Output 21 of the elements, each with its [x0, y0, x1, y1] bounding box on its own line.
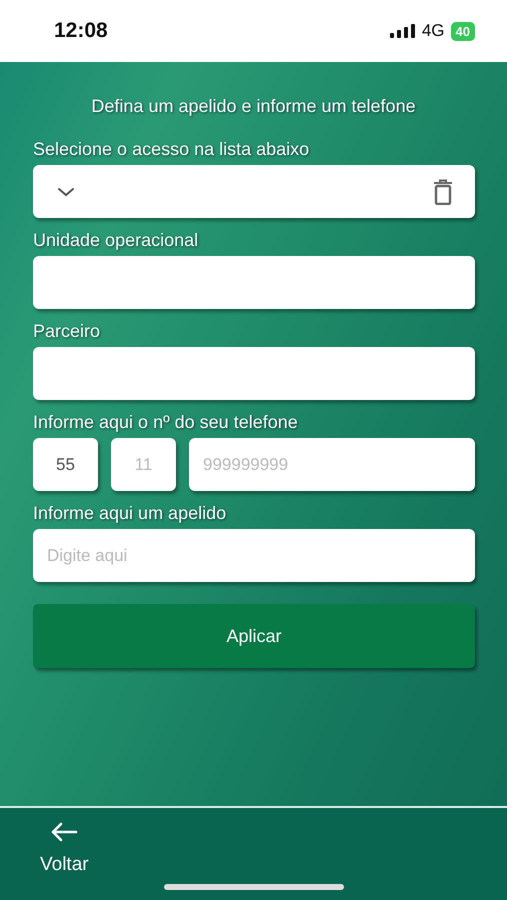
field-label: Parceiro: [33, 321, 102, 342]
network-label: 4G: [422, 21, 445, 41]
apply-button[interactable]: Aplicar: [33, 604, 475, 668]
unit-input-field[interactable]: [33, 256, 475, 309]
field-label: Informe aqui um apelido: [33, 503, 228, 524]
battery-level: 40: [450, 22, 475, 40]
field-label: Informe aqui o nº do seu telefone: [33, 412, 299, 433]
page-title: Defina um apelido e informe um telefone: [90, 96, 417, 117]
partner-input-field[interactable]: [33, 347, 475, 400]
phone-number-field[interactable]: 999999999: [189, 438, 475, 491]
country-code-field[interactable]: 55: [33, 438, 98, 491]
nickname-field[interactable]: Digite aqui: [33, 529, 475, 582]
status-time: 12:08: [54, 19, 108, 43]
area-code-field[interactable]: 11: [111, 438, 176, 491]
back-arrow-icon: [50, 822, 78, 842]
trash-icon[interactable]: [433, 178, 453, 204]
back-button[interactable]: Voltar: [40, 822, 89, 876]
chevron-down-icon: [57, 186, 75, 196]
signal-icon: [390, 24, 416, 38]
field-label: Unidade operacional: [33, 230, 200, 251]
field-label: Selecione o acesso na lista abaixo: [33, 139, 310, 160]
